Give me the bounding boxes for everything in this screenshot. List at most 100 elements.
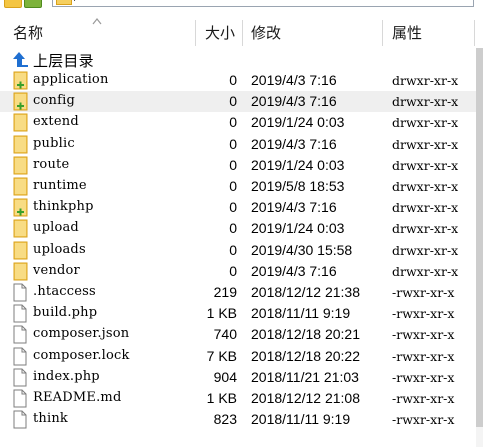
file-modified: 2019/5/8 18:53 <box>251 178 345 194</box>
file-size: 0 <box>229 178 237 194</box>
file-modified: 2018/12/12 21:08 <box>251 390 360 406</box>
file-row[interactable]: public 0 2019/4/3 7:16 drwxr-xr-x <box>0 134 483 155</box>
file-icon <box>13 410 27 429</box>
folder-icon <box>13 156 28 175</box>
file-icon <box>13 283 27 302</box>
path-text: / <box>74 0 77 4</box>
file-modified: 2018/11/11 9:19 <box>251 305 351 322</box>
scrollbar-thumb[interactable] <box>476 48 483 427</box>
file-row[interactable]: route 0 2019/1/24 0:03 drwxr-xr-x <box>0 155 483 176</box>
file-name: think <box>33 411 69 427</box>
file-name: .htaccess <box>33 284 96 299</box>
file-name: composer.json <box>33 326 130 342</box>
file-size: 0 <box>229 135 237 152</box>
file-icon <box>13 368 27 387</box>
file-row[interactable]: runtime 0 2019/5/8 18:53 drwxr-xr-x <box>0 176 483 197</box>
file-row[interactable]: vendor 0 2019/4/3 7:16 drwxr-xr-x <box>0 261 483 282</box>
column-name[interactable]: 名称 <box>13 18 43 48</box>
file-attrs: drwxr-xr-x <box>392 179 459 194</box>
file-row[interactable]: index.php 904 2018/11/21 21:03 -rwxr-xr-x <box>0 367 483 388</box>
file-row[interactable]: .htaccess 219 2018/12/12 21:38 -rwxr-xr-x <box>0 282 483 303</box>
file-icon <box>13 304 27 323</box>
folder-icon <box>13 241 28 260</box>
file-modified: 2019/4/30 15:58 <box>251 241 353 258</box>
toolbar-folder-icon[interactable] <box>4 0 22 8</box>
file-modified: 2019/1/24 0:03 <box>251 156 345 173</box>
file-attrs: drwxr-xr-x <box>392 242 459 258</box>
file-modified: 2018/11/21 21:03 <box>251 368 359 385</box>
file-size: 219 <box>213 284 237 300</box>
column-divider[interactable] <box>242 20 243 46</box>
file-name: thinkphp <box>33 199 94 215</box>
file-size: 0 <box>229 114 237 131</box>
folder-icon <box>13 177 28 196</box>
column-divider[interactable] <box>195 20 196 46</box>
file-name: README.md <box>33 390 122 405</box>
file-size: 7 KB <box>206 347 237 364</box>
column-size[interactable]: 大小 <box>205 18 235 48</box>
file-modified: 2019/4/3 7:16 <box>251 262 337 279</box>
file-row[interactable]: README.md 1 KB 2018/12/12 21:08 -rwxr-xr-x <box>0 388 483 409</box>
column-divider[interactable] <box>382 20 383 46</box>
folder-plus-icon <box>13 92 28 111</box>
parent-directory-row[interactable]: 上层目录 <box>0 49 483 70</box>
file-icon <box>13 325 27 344</box>
file-name: uploads <box>33 241 86 257</box>
folder-icon <box>13 135 28 154</box>
file-size: 0 <box>229 156 237 173</box>
path-field[interactable] <box>52 0 474 7</box>
column-attrs[interactable]: 属性 <box>392 18 422 48</box>
file-modified: 2018/12/18 20:22 <box>251 347 360 364</box>
file-row[interactable]: thinkphp 0 2019/4/3 7:16 drwxr-xr-x <box>0 197 483 218</box>
folder-icon <box>13 113 28 132</box>
file-row[interactable]: config 0 2019/4/3 7:16 drwxr-xr-x <box>0 91 483 113</box>
file-size: 0 <box>229 220 237 237</box>
column-divider[interactable] <box>474 20 475 46</box>
file-attrs: -rwxr-xr-x <box>392 348 455 364</box>
file-modified: 2018/11/11 9:19 <box>251 411 351 428</box>
file-size: 0 <box>229 262 237 279</box>
vertical-scrollbar[interactable] <box>476 48 483 447</box>
column-modified[interactable]: 修改 <box>251 18 281 48</box>
file-row[interactable]: build.php 1 KB 2018/11/11 9:19 -rwxr-xr-x <box>0 303 483 324</box>
file-attrs: -rwxr-xr-x <box>392 391 455 406</box>
file-name: upload <box>33 220 79 236</box>
file-name: index.php <box>33 368 100 384</box>
file-name: public <box>33 135 75 151</box>
file-row[interactable]: composer.lock 7 KB 2018/12/18 20:22 -rwxr-x… <box>0 346 483 367</box>
file-size: 740 <box>213 326 237 343</box>
file-name: application <box>33 72 109 87</box>
sort-ascending-icon <box>92 18 102 25</box>
file-row[interactable]: application 0 2019/4/3 7:16 drwxr-xr-x <box>0 70 483 91</box>
file-icon <box>13 347 27 366</box>
file-attrs: -rwxr-xr-x <box>392 327 455 343</box>
file-size: 904 <box>213 368 237 385</box>
file-size: 0 <box>229 241 237 258</box>
file-size: 0 <box>229 72 237 88</box>
path-folder-icon <box>56 0 72 5</box>
file-attrs: drwxr-xr-x <box>392 221 459 237</box>
file-row[interactable]: extend 0 2019/1/24 0:03 drwxr-xr-x <box>0 112 483 133</box>
folder-plus-icon <box>13 71 28 90</box>
folder-icon <box>13 219 28 238</box>
file-modified: 2019/1/24 0:03 <box>251 220 345 237</box>
toolbar-refresh-icon[interactable] <box>24 0 42 8</box>
file-row[interactable]: think 823 2018/11/11 9:19 -rwxr-xr-x <box>0 409 483 430</box>
file-size: 823 <box>213 411 237 428</box>
file-row[interactable]: composer.json 740 2018/12/18 20:21 -rwxr-xr… <box>0 324 483 345</box>
file-modified: 2019/1/24 0:03 <box>251 114 345 131</box>
file-name: build.php <box>33 305 98 321</box>
folder-plus-icon <box>13 198 28 217</box>
file-attrs: drwxr-xr-x <box>392 200 459 216</box>
file-name: config <box>33 93 75 109</box>
toolbar: / <box>0 0 483 8</box>
file-attrs: drwxr-xr-x <box>392 73 459 88</box>
file-name: vendor <box>33 262 80 278</box>
file-modified: 2019/4/3 7:16 <box>251 93 337 110</box>
file-row[interactable]: uploads 0 2019/4/30 15:58 drwxr-xr-x <box>0 240 483 261</box>
file-modified: 2018/12/12 21:38 <box>251 284 360 300</box>
column-header: 名称 大小 修改 属性 <box>0 18 483 48</box>
file-modified: 2019/4/3 7:16 <box>251 72 337 88</box>
file-row[interactable]: upload 0 2019/1/24 0:03 drwxr-xr-x <box>0 218 483 239</box>
folder-icon <box>13 262 28 281</box>
